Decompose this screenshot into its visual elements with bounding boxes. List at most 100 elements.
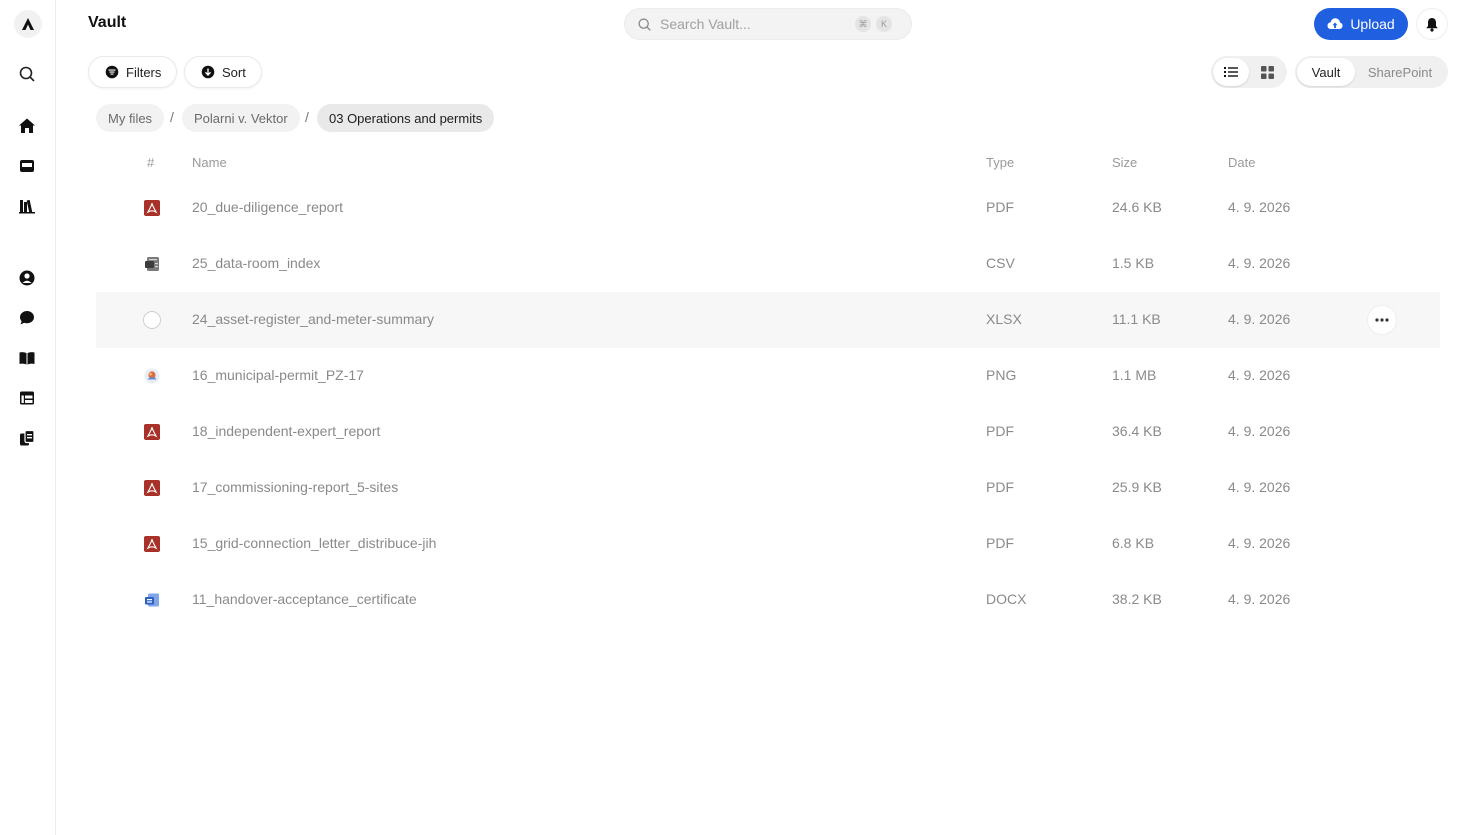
cloud-upload-icon bbox=[1327, 18, 1343, 29]
sidebar-item-profile[interactable] bbox=[14, 265, 40, 291]
app-logo[interactable] bbox=[14, 10, 42, 38]
breadcrumb-separator: / bbox=[170, 109, 174, 125]
table-header: # Name Type Size Date bbox=[96, 144, 1440, 180]
sidebar bbox=[0, 0, 56, 835]
table-row[interactable]: 16_municipal-permit_PZ-17 PNG 1.1 MB 4. … bbox=[96, 348, 1440, 404]
breadcrumb-matter[interactable]: Polarni v. Vektor bbox=[182, 104, 300, 132]
source-tab-vault[interactable]: Vault bbox=[1297, 58, 1355, 86]
source-tab-sharepoint[interactable]: SharePoint bbox=[1355, 58, 1445, 86]
source-toggle: Vault SharePoint bbox=[1295, 56, 1448, 88]
shortcut-k-key: K bbox=[876, 16, 892, 32]
file-size: 1.1 MB bbox=[1112, 367, 1157, 383]
table-row[interactable]: 25_data-room_index CSV 1.5 KB 4. 9. 2026 bbox=[96, 236, 1440, 292]
notifications-button[interactable] bbox=[1416, 8, 1448, 40]
file-name[interactable]: 18_independent-expert_report bbox=[192, 423, 380, 439]
file-type: PDF bbox=[986, 199, 1014, 215]
pdf-icon bbox=[144, 424, 160, 440]
file-size: 1.5 KB bbox=[1112, 255, 1155, 271]
file-date: 4. 9. 2026 bbox=[1228, 311, 1291, 327]
file-date: 4. 9. 2026 bbox=[1228, 199, 1291, 215]
grid-view-button[interactable] bbox=[1249, 58, 1285, 86]
file-date: 4. 9. 2026 bbox=[1228, 255, 1291, 271]
table-row[interactable]: 20_due-diligence_report PDF 24.6 KB 4. 9… bbox=[96, 180, 1440, 236]
search-input[interactable] bbox=[660, 16, 850, 32]
file-name[interactable]: 15_grid-connection_letter_distribuce-jih bbox=[192, 535, 436, 551]
file-name[interactable]: 17_commissioning-report_5-sites bbox=[192, 479, 398, 495]
file-type: PDF bbox=[986, 479, 1014, 495]
file-size: 38.2 KB bbox=[1112, 591, 1162, 607]
column-type[interactable]: Type bbox=[986, 155, 1014, 170]
table-row[interactable]: 18_independent-expert_report PDF 36.4 KB… bbox=[96, 404, 1440, 460]
table-row[interactable]: 24_asset-register_and-meter-summary XLSX… bbox=[96, 292, 1440, 348]
home-icon bbox=[19, 118, 35, 133]
pdf-icon bbox=[144, 536, 160, 552]
file-name[interactable]: 25_data-room_index bbox=[192, 255, 320, 271]
file-table: # Name Type Size Date 20_due-diligence_r… bbox=[96, 144, 1440, 628]
image-icon bbox=[144, 368, 160, 384]
csv-icon bbox=[145, 257, 159, 271]
library-icon bbox=[19, 199, 35, 214]
file-type: DOCX bbox=[986, 591, 1027, 607]
sidebar-item-tables[interactable] bbox=[14, 385, 40, 411]
list-view-button[interactable] bbox=[1213, 58, 1249, 86]
file-name[interactable]: 11_handover-acceptance_certificate bbox=[192, 591, 417, 607]
file-name[interactable]: 16_municipal-permit_PZ-17 bbox=[192, 367, 364, 383]
file-size: 11.1 KB bbox=[1112, 311, 1161, 327]
logo-icon bbox=[22, 18, 34, 30]
file-size: 25.9 KB bbox=[1112, 479, 1162, 495]
upload-button[interactable]: Upload bbox=[1314, 8, 1408, 40]
table-row[interactable]: 17_commissioning-report_5-sites PDF 25.9… bbox=[96, 460, 1440, 516]
file-date: 4. 9. 2026 bbox=[1228, 591, 1291, 607]
file-type: PNG bbox=[986, 367, 1017, 383]
file-name[interactable]: 24_asset-register_and-meter-summary bbox=[192, 311, 434, 327]
table-icon bbox=[20, 391, 34, 405]
file-date: 4. 9. 2026 bbox=[1228, 535, 1291, 551]
documents-icon bbox=[20, 429, 35, 446]
file-size: 36.4 KB bbox=[1112, 423, 1162, 439]
grid-icon bbox=[1260, 65, 1274, 79]
filters-button[interactable]: Filters bbox=[88, 56, 178, 88]
sidebar-item-knowledge[interactable] bbox=[14, 345, 40, 371]
search-icon bbox=[638, 17, 651, 31]
breadcrumb-my-files[interactable]: My files bbox=[96, 104, 165, 132]
sort-label: Sort bbox=[222, 64, 246, 80]
filter-icon bbox=[105, 65, 119, 79]
book-open-icon bbox=[19, 352, 35, 365]
more-horizontal-icon bbox=[1375, 318, 1389, 322]
column-size[interactable]: Size bbox=[1112, 155, 1137, 170]
sidebar-item-home[interactable] bbox=[14, 113, 40, 139]
sidebar-item-library[interactable] bbox=[14, 193, 40, 219]
sidebar-item-chat[interactable] bbox=[14, 305, 40, 331]
file-size: 6.8 KB bbox=[1112, 535, 1155, 551]
column-index: # bbox=[147, 155, 155, 170]
sidebar-item-documents[interactable] bbox=[14, 425, 40, 451]
view-mode-toggle bbox=[1211, 56, 1287, 88]
sort-icon bbox=[201, 65, 215, 79]
search-bar[interactable]: ⌘ K bbox=[624, 8, 912, 40]
upload-label: Upload bbox=[1350, 16, 1395, 32]
breadcrumb-current-folder: 03 Operations and permits bbox=[317, 104, 495, 132]
bell-icon bbox=[1426, 17, 1438, 32]
breadcrumb-separator: / bbox=[305, 109, 309, 125]
inbox-icon bbox=[20, 160, 34, 172]
docx-icon bbox=[145, 593, 159, 607]
top-bar: Vault ⌘ K Upload bbox=[56, 0, 1480, 48]
column-date[interactable]: Date bbox=[1228, 155, 1255, 170]
sort-button[interactable]: Sort bbox=[184, 56, 262, 88]
row-select-radio[interactable] bbox=[143, 311, 161, 329]
shortcut-cmd-key: ⌘ bbox=[855, 16, 871, 32]
file-type: PDF bbox=[986, 535, 1014, 551]
column-name[interactable]: Name bbox=[192, 155, 227, 170]
file-name[interactable]: 20_due-diligence_report bbox=[192, 199, 343, 215]
file-date: 4. 9. 2026 bbox=[1228, 423, 1291, 439]
file-date: 4. 9. 2026 bbox=[1228, 479, 1291, 495]
sidebar-item-inbox[interactable] bbox=[14, 153, 40, 179]
table-row[interactable]: 11_handover-acceptance_certificate DOCX … bbox=[96, 572, 1440, 628]
row-more-button[interactable] bbox=[1367, 305, 1397, 335]
file-date: 4. 9. 2026 bbox=[1228, 367, 1291, 383]
pdf-icon bbox=[144, 200, 160, 216]
sidebar-search-button[interactable] bbox=[14, 61, 40, 87]
file-type: XLSX bbox=[986, 311, 1022, 327]
table-row[interactable]: 15_grid-connection_letter_distribuce-jih… bbox=[96, 516, 1440, 572]
file-type: PDF bbox=[986, 423, 1014, 439]
